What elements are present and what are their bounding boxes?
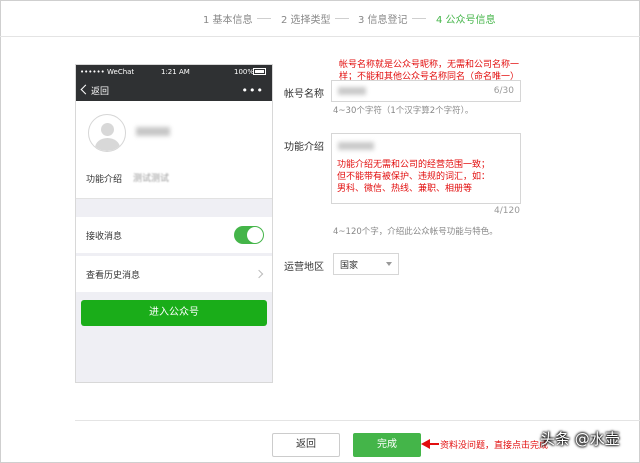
receive-messages-row: 接收消息 xyxy=(76,217,272,253)
receive-messages-label: 接收消息 xyxy=(86,232,123,242)
chevron-right-icon xyxy=(254,269,264,279)
history-messages-label: 查看历史消息 xyxy=(86,271,141,281)
step-separator xyxy=(257,18,271,19)
region-selected-value: 国家 xyxy=(340,261,359,271)
done-button[interactable]: 完成 xyxy=(353,433,421,457)
avatar-body xyxy=(95,138,120,151)
carrier-label: •••••• WeChat xyxy=(80,68,135,76)
history-messages-row[interactable]: 查看历史消息 xyxy=(76,256,272,292)
region-select[interactable]: 国家 xyxy=(333,253,399,275)
intro-label: 功能介绍 xyxy=(86,175,123,185)
blurred-intro-value xyxy=(338,142,374,150)
step-4-active: 4 公众号信息 xyxy=(436,15,496,26)
avatar-head xyxy=(101,123,114,136)
phone-nav-bar: 返回 ••• xyxy=(76,79,272,101)
phone-back-label[interactable]: 返回 xyxy=(91,84,109,97)
intro-annotation-line3: 男科、微信、热线、兼职、相册等 xyxy=(337,184,473,194)
intro-textarea[interactable]: 功能介绍无需和公司的经营范围一致； 但不能带有被保护、违规的词汇，如： 男科、微… xyxy=(331,133,521,204)
dropdown-caret-icon xyxy=(386,262,392,266)
back-arrow-icon[interactable] xyxy=(80,84,91,95)
step-2: 2 选择类型 xyxy=(281,15,331,26)
region-label: 运营地区 xyxy=(284,262,324,273)
avatar xyxy=(88,114,126,152)
watermark: 头条 @水壶 xyxy=(540,430,620,448)
name-hint: 4~30个字符（1个汉字算2个字符）。 xyxy=(333,106,474,116)
battery-label: 100% xyxy=(234,68,255,76)
step-separator xyxy=(412,18,426,19)
account-profile: 功能介绍 测试测试 xyxy=(76,101,272,199)
more-icon[interactable]: ••• xyxy=(242,84,264,97)
clock-label: 1:21 AM xyxy=(161,68,190,76)
enter-account-button[interactable]: 进入公众号 xyxy=(81,300,267,326)
blurred-account-name xyxy=(136,127,170,136)
step-progress: 1 基本信息 2 选择类型 3 信息登记 4 公众号信息 xyxy=(0,11,640,27)
phone-preview: •••••• WeChat 1:21 AM 100% 返回 ••• 功能介绍 测… xyxy=(75,64,273,383)
intro-label-form: 功能介绍 xyxy=(284,142,324,153)
red-arrow-line xyxy=(429,443,439,445)
step-1: 1 基本信息 xyxy=(203,15,253,26)
steps-divider xyxy=(0,36,640,37)
phone-status-bar: •••••• WeChat 1:21 AM 100% xyxy=(76,65,272,79)
intro-hint: 4~120个字，介绍此公众帐号功能与特色。 xyxy=(333,227,498,237)
name-input[interactable]: 6/30 xyxy=(331,80,521,102)
step-separator xyxy=(335,18,349,19)
step-3: 3 信息登记 xyxy=(358,15,408,26)
back-button[interactable]: 返回 xyxy=(272,433,340,457)
name-counter: 6/30 xyxy=(493,86,514,96)
footer-divider xyxy=(75,420,640,421)
intro-value: 测试测试 xyxy=(133,174,170,184)
intro-counter: 4/120 xyxy=(494,206,520,216)
name-label: 帐号名称 xyxy=(284,89,324,100)
done-annotation: 资料没问题，直接点击完成 xyxy=(440,441,549,451)
receive-messages-toggle[interactable] xyxy=(234,226,264,244)
blurred-name-value xyxy=(338,87,366,95)
battery-icon xyxy=(253,68,266,75)
